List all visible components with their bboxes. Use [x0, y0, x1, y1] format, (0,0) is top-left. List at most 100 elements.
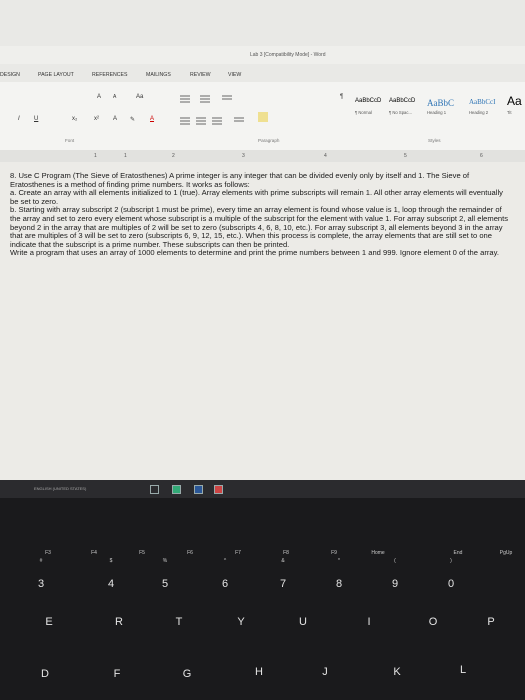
key-f5[interactable]: F5	[130, 550, 154, 556]
key-f3[interactable]: F3	[36, 550, 60, 556]
tab-page-layout[interactable]: PAGE LAYOUT	[38, 72, 74, 78]
key-pgup[interactable]: PgUp	[494, 550, 518, 556]
group-label-paragraph: Paragraph	[258, 138, 280, 143]
paragraph-intro: 8. Use C Program (The Sieve of Eratosthe…	[10, 171, 470, 189]
key-9-top: (	[394, 558, 396, 564]
key-6[interactable]: 6	[210, 578, 240, 590]
key-u[interactable]: U	[288, 616, 318, 628]
style-name: ¶ No Spac...	[389, 110, 412, 115]
key-r[interactable]: R	[104, 616, 134, 628]
key-f[interactable]: F	[102, 668, 132, 680]
question-text: 8. Use C Program (The Sieve of Eratosthe…	[10, 171, 510, 258]
style-sample: AaBbCcD	[389, 98, 416, 104]
group-label-font: Font	[65, 138, 75, 143]
key-9[interactable]: 9	[380, 578, 410, 590]
ruler-mark: 2	[172, 153, 175, 159]
paragraph-step-a: a. Create an array with all elements ini…	[10, 188, 503, 206]
key-7[interactable]: 7	[268, 578, 298, 590]
key-g[interactable]: G	[172, 668, 202, 680]
style-title[interactable]: Aa Tit	[505, 92, 525, 118]
ruler-mark: 1	[124, 153, 127, 159]
text-effects-button[interactable]: A	[113, 116, 117, 122]
style-sample: AaBbCcD	[355, 98, 382, 104]
shrink-font-button[interactable]: A	[113, 94, 116, 100]
tab-references[interactable]: REFERENCES	[92, 72, 127, 78]
subscript-button[interactable]: x₂	[72, 116, 77, 122]
superscript-button[interactable]: x²	[94, 116, 99, 122]
ruler[interactable]: 1 1 2 3 4 5 6	[0, 150, 525, 162]
key-5[interactable]: 5	[150, 578, 180, 590]
key-k[interactable]: K	[382, 666, 412, 678]
style-sample: AaBbC	[427, 98, 454, 108]
style-name: ¶ Normal	[355, 110, 372, 115]
key-h[interactable]: H	[244, 666, 274, 678]
group-label-styles: Styles	[428, 138, 441, 143]
taskbar-pdf-icon[interactable]	[214, 485, 223, 494]
ruler-mark: 5	[404, 153, 407, 159]
tab-review[interactable]: REVIEW	[190, 72, 210, 78]
italic-button[interactable]: I	[18, 116, 20, 122]
paragraph-buttons-icon[interactable]	[178, 92, 278, 128]
grow-font-button[interactable]: A	[97, 94, 101, 100]
key-3[interactable]: 3	[26, 578, 56, 590]
key-4[interactable]: 4	[96, 578, 126, 590]
key-e[interactable]: E	[34, 616, 64, 628]
status-bar: ENGLISH (UNITED STATES)	[0, 480, 525, 498]
key-0[interactable]: 0	[436, 578, 466, 590]
style-heading-1[interactable]: AaBbC Heading 1	[425, 92, 465, 118]
key-d[interactable]: D	[30, 668, 60, 680]
document-page[interactable]: 8. Use C Program (The Sieve of Eratosthe…	[0, 162, 525, 480]
tab-design[interactable]: DESIGN	[0, 72, 20, 78]
pilcrow-icon[interactable]: ¶	[340, 94, 343, 100]
key-j[interactable]: J	[310, 666, 340, 678]
key-4-top: $	[109, 558, 113, 564]
key-f6[interactable]: F6	[178, 550, 202, 556]
style-name: Heading 2	[469, 110, 489, 115]
key-f7[interactable]: F7	[226, 550, 250, 556]
tab-view[interactable]: VIEW	[228, 72, 241, 78]
tab-mailings[interactable]: MAILINGS	[146, 72, 171, 78]
key-end[interactable]: End	[446, 550, 470, 556]
ruler-mark: 4	[324, 153, 327, 159]
font-color-button[interactable]: A	[150, 116, 154, 122]
highlight-icon[interactable]: ✎	[130, 116, 135, 123]
style-sample: AaBbCcI	[469, 98, 496, 106]
key-o[interactable]: O	[418, 616, 448, 628]
paragraph-step-b: b. Starting with array subscript 2 (subs…	[10, 205, 509, 249]
style-no-spacing[interactable]: AaBbCcD ¶ No Spac...	[387, 92, 423, 118]
key-f8[interactable]: F8	[274, 550, 298, 556]
ruler-mark: 6	[480, 153, 483, 159]
style-heading-2[interactable]: AaBbCcI Heading 2	[467, 92, 503, 118]
key-6-top: ^	[223, 558, 227, 564]
laptop-screen: Lab 3 [Compatibility Mode] - Word DESIGN…	[0, 0, 525, 498]
key-f4[interactable]: F4	[82, 550, 106, 556]
paragraph-task: Write a program that uses an array of 10…	[10, 248, 499, 258]
taskbar-store-icon[interactable]	[172, 485, 181, 494]
key-8[interactable]: 8	[324, 578, 354, 590]
underline-button[interactable]: U	[34, 116, 38, 122]
ruler-mark: 3	[242, 153, 245, 159]
style-normal[interactable]: AaBbCcD ¶ Normal	[353, 92, 387, 118]
taskbar-word-icon[interactable]	[194, 485, 203, 494]
key-0-top: )	[450, 558, 452, 564]
key-y[interactable]: Y	[226, 616, 256, 628]
style-name: Heading 1	[427, 110, 447, 115]
key-p[interactable]: P	[476, 616, 506, 628]
taskbar-app-icon[interactable]	[150, 485, 159, 494]
change-case-button[interactable]: Aa	[136, 94, 143, 100]
style-name: Tit	[507, 110, 512, 115]
key-t[interactable]: T	[164, 616, 194, 628]
key-f9[interactable]: F9	[322, 550, 346, 556]
key-home[interactable]: Home	[366, 550, 390, 556]
key-l[interactable]: L	[448, 664, 478, 676]
language-status[interactable]: ENGLISH (UNITED STATES)	[34, 486, 86, 491]
key-7-top: &	[281, 558, 285, 564]
keyboard: F3 F4 F5 F6 F7 F8 F9 Home End PgUp # 3 $…	[0, 498, 525, 700]
key-8-top: *	[338, 558, 340, 564]
key-i[interactable]: I	[354, 616, 384, 628]
window-title: Lab 3 [Compatibility Mode] - Word	[250, 52, 326, 58]
key-5-top: %	[162, 558, 168, 564]
styles-gallery: AaBbCcD ¶ Normal AaBbCcD ¶ No Spac... Aa…	[353, 92, 525, 118]
title-bar: Lab 3 [Compatibility Mode] - Word	[0, 46, 525, 64]
ruler-mark: 1	[94, 153, 97, 159]
